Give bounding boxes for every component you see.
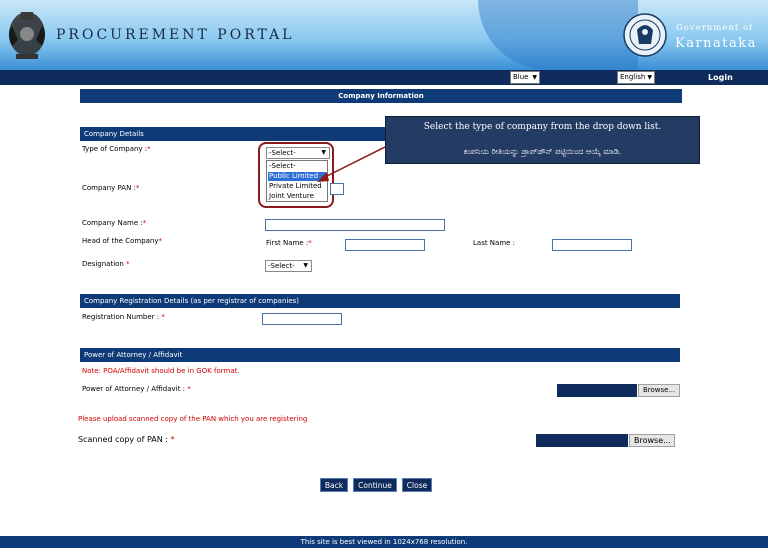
portal-title: PROCUREMENT PORTAL (56, 27, 295, 43)
theme-select-value: Blue (513, 73, 529, 81)
designation-select[interactable]: -Select- ▼ (265, 260, 312, 272)
continue-button[interactable]: Continue (353, 478, 397, 492)
company-pan-label: Company PAN :* (82, 184, 140, 192)
pan-file-input[interactable] (536, 434, 628, 447)
chevron-down-icon: ▼ (532, 74, 537, 81)
close-button[interactable]: Close (402, 478, 432, 492)
pan-browse-button[interactable]: Browse... (629, 434, 675, 447)
first-name-label: First Name :* (266, 239, 312, 247)
designation-select-value: -Select- (268, 262, 295, 270)
karnataka-label: Karnataka (675, 36, 757, 51)
help-callout: Select the type of company from the drop… (385, 116, 700, 164)
pan-upload-note: Please upload scanned copy of the PAN wh… (78, 415, 308, 423)
header-decoration (478, 0, 638, 70)
type-of-company-label: Type of Company :* (82, 145, 151, 153)
registration-details-header: Company Registration Details (as per reg… (80, 294, 680, 308)
head-of-company-label: Head of the Company* (82, 237, 163, 245)
callout-english-text: Select the type of company from the drop… (423, 122, 662, 132)
language-select-value: English (620, 73, 646, 81)
chevron-down-icon: ▼ (647, 74, 652, 81)
company-name-input[interactable] (265, 219, 445, 231)
chevron-down-icon: ▼ (303, 262, 308, 269)
designation-label: Designation * (82, 260, 130, 268)
back-button[interactable]: Back (320, 478, 348, 492)
poa-note: Note: POA/Affidavit should be in GOK for… (82, 367, 240, 375)
theme-select[interactable]: Blue ▼ (510, 71, 540, 84)
language-select[interactable]: English ▼ (617, 71, 655, 84)
poa-label: Power of Attorney / Affidavit : * (82, 385, 191, 393)
login-link[interactable]: Login (708, 71, 733, 84)
poa-browse-button[interactable]: Browse... (638, 384, 680, 397)
registration-number-input[interactable] (262, 313, 342, 325)
first-name-input[interactable] (345, 239, 425, 251)
scanned-pan-label: Scanned copy of PAN : * (78, 435, 175, 444)
government-of-label: Government of (676, 23, 754, 33)
footer-bar: This site is best viewed in 1024x768 res… (0, 536, 768, 548)
portal-header: PROCUREMENT PORTAL Government of Karnata… (0, 0, 768, 70)
last-name-input[interactable] (552, 239, 632, 251)
last-name-label: Last Name : (473, 239, 516, 247)
callout-kannada-text: ಕಂಪನಿಯ ರೀತಿಯನ್ನು ಡ್ರಾಪ್‌ಡೌನ್ ಪಟ್ಟಿಯಿಂದ ಆ… (463, 147, 622, 156)
karnataka-emblem-icon (9, 12, 45, 59)
registration-number-label: Registration Number : * (82, 313, 165, 321)
poa-header: Power of Attorney / Affidavit (80, 348, 680, 362)
top-nav-bar: Blue ▼ English ▼ Login (0, 70, 768, 85)
poa-file-input[interactable] (557, 384, 637, 397)
page-bottom (0, 548, 768, 557)
company-name-label: Company Name :* (82, 219, 147, 227)
government-seal-icon (623, 13, 667, 57)
section-title: Company Information (80, 89, 682, 103)
callout-arrow-icon (317, 146, 386, 182)
